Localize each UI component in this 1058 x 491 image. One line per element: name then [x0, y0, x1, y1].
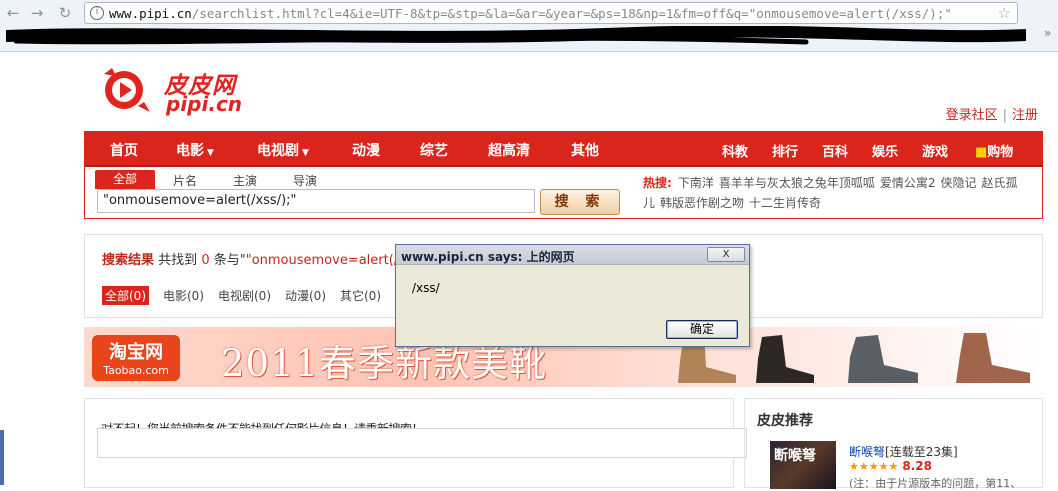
page-info-icon[interactable]: i — [90, 6, 104, 20]
redacted-bookmarks-bar — [6, 26, 1026, 45]
results-mid: 条与" — [213, 253, 246, 268]
close-button[interactable]: X — [707, 247, 745, 262]
nav-wiki[interactable]: 百科 — [822, 141, 848, 160]
chevron-icon[interactable]: » — [1044, 26, 1058, 46]
hot-keyword[interactable]: 侠隐记 — [940, 176, 976, 190]
caret-down-icon: ▼ — [302, 148, 309, 158]
recommend-title: 皮皮推荐 — [757, 413, 813, 429]
hot-keyword[interactable]: 十二生肖传奇 — [749, 196, 821, 210]
taobao-logo-domain: Taobao.com — [103, 364, 169, 377]
logo-icon — [104, 68, 150, 112]
no-results-panel: 对不起！您当前搜索条件不能找到任何影片信息！请重新搜索！ — [84, 398, 747, 488]
recommend-item: 断喉弩[连载至23集] — [849, 443, 958, 460]
back-icon[interactable]: ← — [4, 4, 22, 22]
hot-keyword[interactable]: 喜羊羊与灰太狼之兔年顶呱呱 — [719, 176, 875, 190]
category-filters: 全部(0) 电影(0) 电视剧(0) 动漫(0) 其它(0) — [102, 286, 395, 305]
boot-image — [756, 335, 814, 383]
separator: | — [1002, 108, 1007, 123]
tab-actor[interactable]: 主演 — [233, 172, 257, 189]
dialog-title: www.pipi.cn says: 上的网页 — [401, 250, 575, 264]
tab-title[interactable]: 片名 — [173, 172, 197, 189]
nav-other[interactable]: 其他 — [571, 140, 599, 160]
boot-image — [848, 335, 918, 383]
address-bar[interactable]: i www.pipi.cn/searchlist.html?cl=4&ie=UT… — [84, 2, 1018, 24]
register-link[interactable]: 注册 — [1012, 108, 1038, 123]
dialog-titlebar[interactable]: www.pipi.cn says: 上的网页 X — [396, 245, 749, 265]
filter-tv[interactable]: 电视剧(0) — [218, 287, 271, 304]
tab-all[interactable]: 全部 — [95, 170, 155, 189]
url-path: /searchlist.html?cl=4&ie=UTF-8&tp=&stp=&… — [191, 6, 952, 21]
main-navbar: 首页 电影 ▼ 电视剧 ▼ 动漫 综艺 超高清 其他 科教 排行 百科 娱乐 游戏 … — [84, 131, 1043, 167]
nav-shopping[interactable]: ■购物 — [975, 141, 1013, 160]
rating: ★★★★★ 8.28 — [849, 459, 932, 473]
hot-keyword[interactable]: 下南洋 — [678, 176, 714, 190]
caret-down-icon: ▼ — [207, 148, 214, 158]
reload-icon[interactable]: ↻ — [56, 4, 74, 22]
hot-label: 热搜: — [643, 176, 672, 190]
account-links: 登录社区 | 注册 — [946, 104, 1038, 123]
results-query: "onmousemove=alert(/xs — [245, 253, 413, 268]
hot-keyword[interactable]: 爱情公寓2 — [880, 176, 936, 190]
results-count: 0 — [201, 253, 210, 268]
filter-all[interactable]: 全部(0) — [102, 286, 149, 305]
url-text[interactable]: www.pipi.cn/searchlist.html?cl=4&ie=UTF-… — [109, 6, 952, 21]
hot-searches: 热搜: 下南洋 喜羊羊与灰太狼之兔年顶呱呱 爱情公寓2 侠隐记 赵氏孤儿 韩版恶作剧之吻 十二… — [643, 173, 1033, 213]
rating-score: 8.28 — [902, 459, 932, 473]
nav-hd[interactable]: 超高清 — [488, 140, 530, 160]
tab-director[interactable]: 导演 — [293, 172, 317, 189]
alert-dialog: www.pipi.cn says: 上的网页 X /xss/ 确定 — [395, 244, 750, 347]
login-link[interactable]: 登录社区 — [946, 108, 998, 123]
bookmark-star-icon[interactable]: ☆ — [998, 4, 1011, 22]
url-host: www.pipi.cn — [109, 6, 192, 21]
nav-tv[interactable]: 电视剧 ▼ — [257, 140, 309, 160]
taobao-logo: 淘宝网 Taobao.com — [92, 335, 180, 381]
filter-movies[interactable]: 电影(0) — [163, 287, 204, 304]
lock-icon: ■ — [975, 145, 988, 160]
results-summary: 搜索结果 共找到 0 条与""onmousemove=alert(/xs — [102, 249, 413, 268]
nav-tv-label: 电视剧 — [257, 143, 299, 159]
taskbar-edge — [0, 430, 4, 485]
results-prefix: 共找到 — [158, 253, 198, 268]
site-logo[interactable]: 皮皮网 pipi.cn — [98, 64, 248, 118]
ok-button[interactable]: 确定 — [666, 320, 738, 339]
nav-games[interactable]: 游戏 — [922, 141, 948, 160]
rendering-glitch-box — [97, 428, 747, 458]
search-input[interactable]: "onmousemove=alert(/xss/);" — [97, 189, 535, 213]
recommend-panel: 皮皮推荐 断喉弩 断喉弩[连载至23集] ★★★★★ 8.28 (注：由于片源版本… — [744, 398, 1043, 490]
poster-image[interactable]: 断喉弩 — [770, 441, 836, 489]
taobao-logo-text: 淘宝网 — [109, 342, 163, 363]
search-panel: 全部 片名 主演 导演 "onmousemove=alert(/xss/);" … — [84, 167, 1043, 219]
nav-anime[interactable]: 动漫 — [352, 140, 380, 160]
nav-science[interactable]: 科教 — [722, 141, 748, 160]
nav-ranking[interactable]: 排行 — [772, 141, 798, 160]
hot-keyword[interactable]: 韩版恶作剧之吻 — [660, 196, 744, 210]
recommend-item-link[interactable]: 断喉弩 — [849, 445, 885, 459]
filter-other[interactable]: 其它(0) — [340, 287, 381, 304]
nav-variety[interactable]: 综艺 — [420, 140, 448, 160]
recommend-note: (注：由于片源版本的问题，第11、 — [849, 477, 1022, 490]
nav-home[interactable]: 首页 — [110, 140, 138, 160]
recommend-item-episodes: [连载至23集] — [885, 445, 958, 459]
dialog-message: /xss/ — [412, 281, 440, 295]
nav-shopping-label: 购物 — [987, 145, 1014, 160]
nav-entertainment[interactable]: 娱乐 — [872, 141, 898, 160]
results-title: 搜索结果 — [102, 253, 155, 268]
boot-image — [956, 333, 1030, 383]
search-button[interactable]: 搜 索 — [540, 189, 620, 215]
forward-icon[interactable]: → — [28, 4, 46, 22]
nav-movies-label: 电影 — [176, 143, 204, 159]
star-icons: ★★★★★ — [849, 460, 899, 473]
logo-en-text: pipi.cn — [166, 92, 243, 116]
browser-chrome: ← → ↻ i www.pipi.cn/searchlist.html?cl=4… — [0, 0, 1058, 52]
filter-anime[interactable]: 动漫(0) — [285, 287, 326, 304]
nav-movies[interactable]: 电影 ▼ — [176, 140, 214, 160]
